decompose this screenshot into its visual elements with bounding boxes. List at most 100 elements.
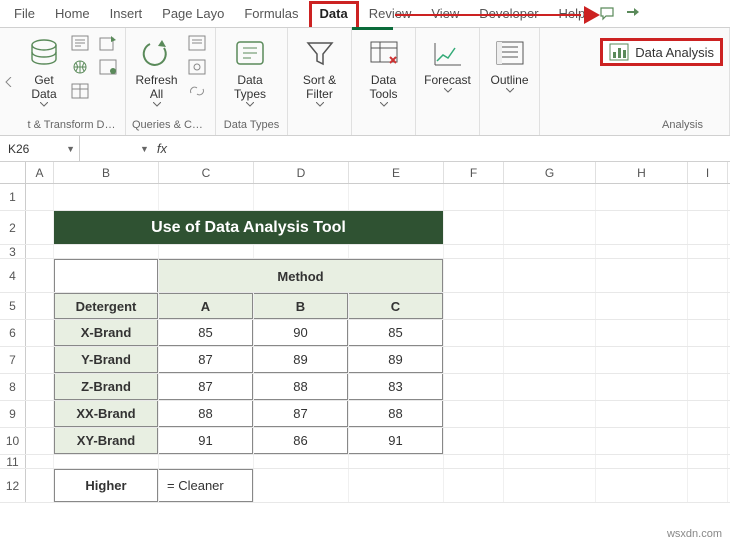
- brand-name: Y-Brand: [54, 347, 158, 373]
- tab-formulas[interactable]: Formulas: [234, 2, 308, 25]
- data-cell: 85: [349, 320, 443, 346]
- row-header[interactable]: 3: [0, 245, 26, 258]
- recent-sources-button[interactable]: [96, 32, 120, 54]
- row-header[interactable]: 12: [0, 469, 26, 502]
- data-tools-button[interactable]: Data Tools: [358, 32, 409, 107]
- row-8: 8 Z-Brand 87 88 83: [0, 374, 730, 401]
- tab-page-layout[interactable]: Page Layo: [152, 2, 234, 25]
- row-4: 4 Method: [0, 259, 730, 293]
- outline-button[interactable]: Outline: [486, 32, 533, 93]
- row-header[interactable]: 7: [0, 347, 26, 373]
- name-box[interactable]: K26 ▼: [0, 136, 80, 161]
- worksheet[interactable]: A B C D E F G H I 1 2 Use of Data Analys…: [0, 162, 730, 503]
- chevron-down-icon: ▼: [66, 144, 75, 154]
- data-cell: 83: [349, 374, 443, 400]
- row-10: 10 XY-Brand 91 86 91: [0, 428, 730, 455]
- col-c-header: C: [349, 293, 443, 319]
- select-all-corner[interactable]: [0, 162, 26, 183]
- data-cell: 88: [159, 401, 253, 427]
- chevron-down-icon[interactable]: ▼: [140, 144, 149, 154]
- outline-icon: [490, 36, 530, 72]
- col-header-f[interactable]: F: [444, 162, 504, 183]
- row-2: 2 Use of Data Analysis Tool: [0, 211, 730, 245]
- brand-name: Z-Brand: [54, 374, 158, 400]
- row-header[interactable]: 10: [0, 428, 26, 454]
- row-header[interactable]: 11: [0, 455, 26, 468]
- tab-view[interactable]: View: [421, 2, 469, 25]
- col-a-header: A: [159, 293, 253, 319]
- tab-file[interactable]: File: [4, 2, 45, 25]
- queries-button[interactable]: [185, 32, 209, 54]
- sort-filter-button[interactable]: Sort & Filter: [294, 32, 345, 107]
- method-header: Method: [159, 259, 443, 292]
- properties-button[interactable]: [185, 56, 209, 78]
- row-3: 3: [0, 245, 730, 259]
- data-types-icon: [230, 36, 270, 72]
- col-header-c[interactable]: C: [159, 162, 254, 183]
- row-11: 11: [0, 455, 730, 469]
- name-box-value: K26: [8, 142, 29, 156]
- row-6: 6 X-Brand 85 90 85: [0, 320, 730, 347]
- row-header[interactable]: 8: [0, 374, 26, 400]
- get-data-button[interactable]: Get Data: [24, 32, 64, 107]
- chevron-down-icon: [316, 102, 324, 107]
- from-table-button[interactable]: [68, 80, 92, 102]
- col-header-i[interactable]: I: [688, 162, 728, 183]
- formula-bar: K26 ▼ ▼ fx: [0, 136, 730, 162]
- col-header-a[interactable]: A: [26, 162, 54, 183]
- column-headers: A B C D E F G H I: [0, 162, 730, 184]
- fx-icon[interactable]: fx: [157, 141, 167, 156]
- chevron-down-icon: [40, 102, 48, 107]
- col-header-h[interactable]: H: [596, 162, 688, 183]
- row-12: 12 Higher = Cleaner: [0, 469, 730, 503]
- col-header-b[interactable]: B: [54, 162, 159, 183]
- refresh-all-button[interactable]: Refresh All: [132, 32, 181, 107]
- row-header[interactable]: 2: [0, 211, 26, 244]
- filter-icon: [300, 36, 340, 72]
- comments-icon[interactable]: [599, 5, 617, 23]
- ribbon-scroll-left[interactable]: [0, 28, 18, 135]
- brand-name: XX-Brand: [54, 401, 158, 427]
- forecast-button[interactable]: Forecast: [422, 32, 473, 93]
- data-types-button[interactable]: Data Types: [222, 32, 278, 107]
- chevron-down-icon: [153, 102, 161, 107]
- active-tab-underline: [352, 27, 393, 30]
- from-text-button[interactable]: [68, 32, 92, 54]
- col-header-e[interactable]: E: [349, 162, 444, 183]
- edit-links-button[interactable]: [185, 80, 209, 102]
- tab-insert[interactable]: Insert: [100, 2, 153, 25]
- row-5: 5 Detergent A B C: [0, 293, 730, 320]
- existing-conn-button[interactable]: [96, 56, 120, 78]
- share-icon[interactable]: [625, 5, 643, 23]
- row-header[interactable]: 4: [0, 259, 26, 292]
- group-data-types: Data Types: [222, 117, 281, 133]
- tab-developer[interactable]: Developer: [469, 2, 548, 25]
- tab-data[interactable]: Data: [309, 1, 359, 27]
- row-header[interactable]: 6: [0, 320, 26, 346]
- from-web-button[interactable]: [68, 56, 92, 78]
- data-analysis-button[interactable]: Data Analysis: [600, 38, 723, 66]
- row-header[interactable]: 1: [0, 184, 26, 210]
- tab-help[interactable]: Help: [549, 2, 596, 25]
- row-header[interactable]: 9: [0, 401, 26, 427]
- col-header-g[interactable]: G: [504, 162, 596, 183]
- tab-review[interactable]: Review: [359, 2, 422, 25]
- data-analysis-icon: [609, 43, 629, 61]
- row-header[interactable]: 5: [0, 293, 26, 319]
- col-b-header: B: [254, 293, 348, 319]
- data-cell: 88: [254, 374, 348, 400]
- legend-cleaner: = Cleaner: [159, 469, 253, 502]
- group-get-transform: t & Transform D…: [24, 117, 119, 133]
- data-cell: 89: [254, 347, 348, 373]
- data-tools-icon: [364, 36, 404, 72]
- tab-home[interactable]: Home: [45, 2, 100, 25]
- chevron-down-icon: [380, 102, 388, 107]
- chevron-down-icon: [506, 88, 514, 93]
- data-cell: 90: [254, 320, 348, 346]
- data-cell: 89: [349, 347, 443, 373]
- group-analysis: Analysis: [546, 117, 723, 133]
- chevron-down-icon: [444, 88, 452, 93]
- data-cell: 91: [159, 428, 253, 454]
- col-header-d[interactable]: D: [254, 162, 349, 183]
- data-cell: 87: [254, 401, 348, 427]
